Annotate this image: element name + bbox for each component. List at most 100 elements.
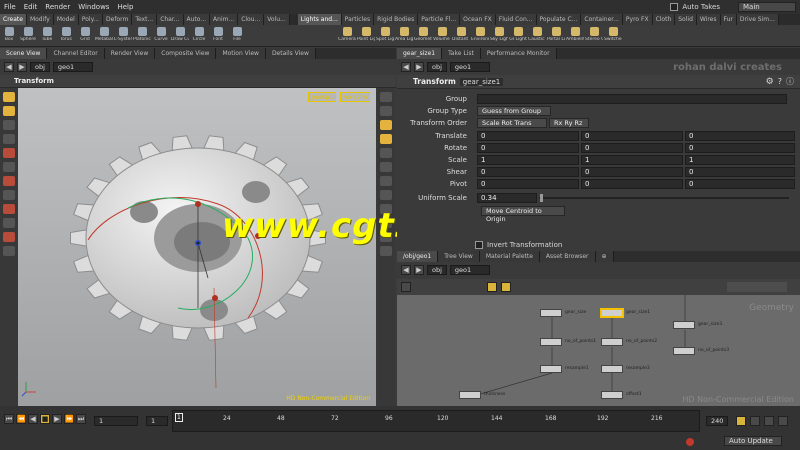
move-centroid-button[interactable]: Move Centroid to Origin (481, 206, 565, 223)
tool-area-light[interactable]: Area Light (395, 25, 413, 46)
lasso-icon[interactable] (3, 218, 15, 228)
step-back-icon[interactable]: ⏪ (16, 414, 26, 424)
help-icon[interactable]: ? (778, 77, 782, 86)
menu-help[interactable]: Help (113, 3, 137, 11)
tool-file[interactable]: File (228, 25, 246, 46)
node-gear-size1[interactable] (601, 309, 623, 317)
grid-toggle-icon[interactable] (380, 190, 392, 200)
shelf-tab-char[interactable]: Char... (157, 14, 184, 25)
move-tool-icon[interactable] (3, 106, 15, 116)
shelf-tab-cloth[interactable]: Cloth (652, 14, 676, 25)
tool-switcher[interactable]: Switcher (604, 25, 622, 46)
points-icon[interactable] (380, 162, 392, 172)
snapshot-icon[interactable] (380, 246, 392, 256)
tool-gi-light[interactable]: GI Light (509, 25, 527, 46)
shelf-tab-wires[interactable]: Wires (696, 14, 721, 25)
shelf-tab-create[interactable]: Create (0, 14, 27, 25)
group-field[interactable] (477, 94, 787, 104)
shelf-tab-particles[interactable]: Particles (341, 14, 375, 25)
tool-volume-light[interactable]: Volume Li... (433, 25, 451, 46)
stop-icon[interactable]: ■ (40, 414, 50, 424)
pose-tool-icon[interactable] (3, 162, 15, 172)
step-forward-icon[interactable]: ⏩ (64, 414, 74, 424)
tool-torus[interactable]: Torus (57, 25, 75, 46)
invert-checkbox[interactable] (475, 241, 483, 249)
uniform-scale-slider-handle[interactable] (540, 194, 543, 202)
tab-take-list[interactable]: Take List (442, 48, 481, 59)
forward-icon[interactable]: ▶ (17, 62, 27, 72)
back-icon[interactable]: ◀ (4, 62, 14, 72)
scale-tool-icon[interactable] (3, 134, 15, 144)
scale-x[interactable]: 1 (477, 155, 579, 165)
shelf-tab-anim[interactable]: Anim... (210, 14, 239, 25)
tab-composite-view[interactable]: Composite View (155, 48, 217, 59)
realtime-icon[interactable] (750, 416, 760, 426)
shear-z[interactable]: 0 (685, 167, 795, 177)
shelf-tab-lights[interactable]: Lights and... (297, 14, 342, 25)
params-node-name[interactable]: gear_size1 (459, 77, 504, 86)
display-options-icon[interactable] (380, 92, 392, 102)
add-tab-icon[interactable]: ⊕ (595, 251, 614, 262)
select-tool-icon[interactable] (3, 92, 15, 102)
info-icon[interactable]: ⓘ (786, 76, 794, 87)
rotate-x[interactable]: 0 (477, 143, 579, 153)
jump-start-icon[interactable]: ⏮ (4, 414, 14, 424)
desktop-dropdown[interactable]: Main (738, 2, 796, 12)
tab-network[interactable]: /obj/geo1 (397, 251, 439, 262)
path-obj[interactable]: obj (30, 62, 50, 72)
view-tool-icon[interactable] (3, 176, 15, 186)
tool-geometry-light[interactable]: Geometry... (414, 25, 432, 46)
menu-render[interactable]: Render (41, 3, 74, 11)
uniform-scale-field[interactable]: 0.34 (477, 193, 537, 203)
node-no-of-points3[interactable] (673, 347, 695, 355)
range-icon[interactable] (778, 416, 788, 426)
tool-grid[interactable]: Grid (76, 25, 94, 46)
shelf-tab-pyro[interactable]: Pyro FX (622, 14, 653, 25)
handle-tool-icon[interactable] (3, 148, 15, 158)
net-path-obj[interactable]: obj (427, 265, 447, 275)
network-editor[interactable]: Geometry HD Non-Commercial Edition gear_… (397, 295, 800, 406)
tool-stereo-camera[interactable]: Stereo Ca... (585, 25, 603, 46)
tab-tree-view[interactable]: Tree View (438, 251, 480, 262)
camera-select-dropdown[interactable]: no cam (340, 92, 371, 102)
tool-sky-light[interactable]: Sky Light (490, 25, 508, 46)
pivot-y[interactable]: 0 (581, 179, 683, 189)
net-forward-icon[interactable]: ▶ (414, 265, 424, 275)
flag-icon[interactable] (487, 282, 497, 292)
scale-z[interactable]: 1 (685, 155, 795, 165)
tool-tube[interactable]: Tube (38, 25, 56, 46)
tool-curve[interactable]: Curve (152, 25, 170, 46)
tool-portal-light[interactable]: Portal Light (547, 25, 565, 46)
shelf-tab-modify[interactable]: Modify (26, 14, 54, 25)
shelf-tab-deform[interactable]: Deform (103, 14, 133, 25)
tab-render-view[interactable]: Render View (104, 48, 156, 59)
shelf-tab-volu[interactable]: Volu... (264, 14, 290, 25)
node-no-of-points1[interactable] (540, 338, 562, 346)
tool-caustic-light[interactable]: Caustic Li... (528, 25, 546, 46)
rotate-tool-icon[interactable] (3, 120, 15, 130)
snap-icon[interactable] (3, 190, 15, 200)
menu-windows[interactable]: Windows (74, 3, 113, 11)
shelf-tab-text[interactable]: Text... (132, 14, 158, 25)
node-gear-size3[interactable] (673, 321, 695, 329)
shear-y[interactable]: 0 (581, 167, 683, 177)
tool-metaball[interactable]: Metaball (95, 25, 113, 46)
record-icon[interactable] (686, 438, 694, 446)
key-icon[interactable] (736, 416, 746, 426)
tab-parameters[interactable]: gear_size1 (397, 48, 443, 59)
translate-y[interactable]: 0 (581, 131, 683, 141)
tab-channel-editor[interactable]: Channel Editor (47, 48, 105, 59)
lighting-icon[interactable] (380, 134, 392, 144)
uniform-scale-slider[interactable] (539, 197, 789, 199)
shelf-tab-solid[interactable]: Solid (675, 14, 697, 25)
tab-details-view[interactable]: Details View (265, 48, 316, 59)
tool-draw-curve[interactable]: Draw Curve (171, 25, 189, 46)
shelf-tab-rigid-bodies[interactable]: Rigid Bodies (374, 14, 419, 25)
node-no-of-points2[interactable] (601, 338, 623, 346)
rotate-order-dropdown[interactable]: Rx Ry Rz (549, 118, 589, 128)
sticky-note-icon[interactable] (501, 282, 511, 292)
gear-icon[interactable]: ⚙ (766, 77, 774, 87)
auto-takes-checkbox[interactable] (670, 3, 679, 11)
translate-x[interactable]: 0 (477, 131, 579, 141)
timeline-ruler[interactable]: 1 24 48 72 96 120 144 168 192 216 (172, 410, 700, 432)
